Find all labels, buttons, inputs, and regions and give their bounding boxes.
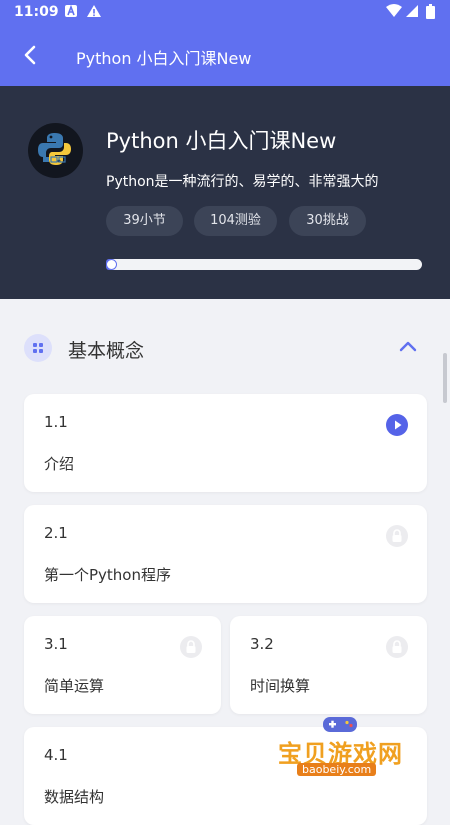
course-header: Python 小白入门课New Python是一种流行的、易学的、非常强大的 3… bbox=[0, 86, 450, 299]
lesson-card-3-1[interactable]: 3.1 简单运算 bbox=[24, 616, 221, 714]
lesson-number: 3.1 bbox=[44, 635, 68, 653]
status-time: 11:09 bbox=[14, 4, 59, 20]
progress-knob bbox=[106, 259, 117, 270]
course-description: Python是一种流行的、易学的、非常强大的 bbox=[106, 174, 379, 190]
lesson-card-2-1[interactable]: 2.1 第一个Python程序 bbox=[24, 505, 427, 603]
lesson-name: 第一个Python程序 bbox=[44, 566, 171, 584]
app-bar: Python 小白入门课New bbox=[0, 26, 450, 86]
gamepad-icon bbox=[323, 717, 357, 732]
quiz-count-chip: 104测验 bbox=[194, 206, 277, 236]
lesson-number: 3.2 bbox=[250, 635, 274, 653]
scrollbar-thumb[interactable] bbox=[443, 353, 447, 403]
lesson-card-1-1[interactable]: 1.1 介绍 bbox=[24, 394, 427, 492]
lessons-count-chip: 39小节 bbox=[106, 206, 183, 236]
notification-a-icon bbox=[64, 4, 78, 22]
back-arrow-icon bbox=[24, 45, 36, 65]
watermark-logo: 宝贝游戏网 baobeiy.com bbox=[270, 706, 420, 780]
collapse-section-button[interactable] bbox=[396, 335, 420, 359]
back-button[interactable] bbox=[18, 40, 46, 70]
chevron-up-icon bbox=[399, 341, 417, 352]
grid-icon bbox=[24, 334, 52, 362]
python-logo-icon bbox=[28, 123, 83, 178]
app-bar-title: Python 小白入门课New bbox=[76, 49, 252, 68]
watermark-url: baobeiy.com bbox=[297, 763, 377, 776]
wifi-icon bbox=[386, 4, 402, 22]
status-bar: 11:09 bbox=[0, 0, 450, 26]
lesson-name: 简单运算 bbox=[44, 677, 105, 695]
lock-icon bbox=[386, 636, 408, 658]
lesson-number: 1.1 bbox=[44, 413, 68, 431]
warning-icon bbox=[86, 4, 102, 22]
cellular-signal-icon bbox=[405, 4, 419, 22]
lock-icon bbox=[180, 636, 202, 658]
lesson-number: 2.1 bbox=[44, 524, 68, 542]
section-title[interactable]: 基本概念 bbox=[68, 336, 144, 363]
play-icon[interactable] bbox=[386, 414, 408, 436]
lesson-card-3-2[interactable]: 3.2 时间换算 bbox=[230, 616, 427, 714]
challenge-count-chip: 30挑战 bbox=[289, 206, 366, 236]
lesson-name: 数据结构 bbox=[44, 788, 105, 806]
lesson-number: 4.1 bbox=[44, 746, 68, 764]
lesson-name: 介绍 bbox=[44, 455, 75, 473]
battery-icon bbox=[426, 4, 435, 23]
lesson-name: 时间换算 bbox=[250, 677, 311, 695]
lock-icon bbox=[386, 525, 408, 547]
course-title: Python 小白入门课New bbox=[106, 129, 337, 153]
course-progress-bar bbox=[106, 259, 422, 270]
